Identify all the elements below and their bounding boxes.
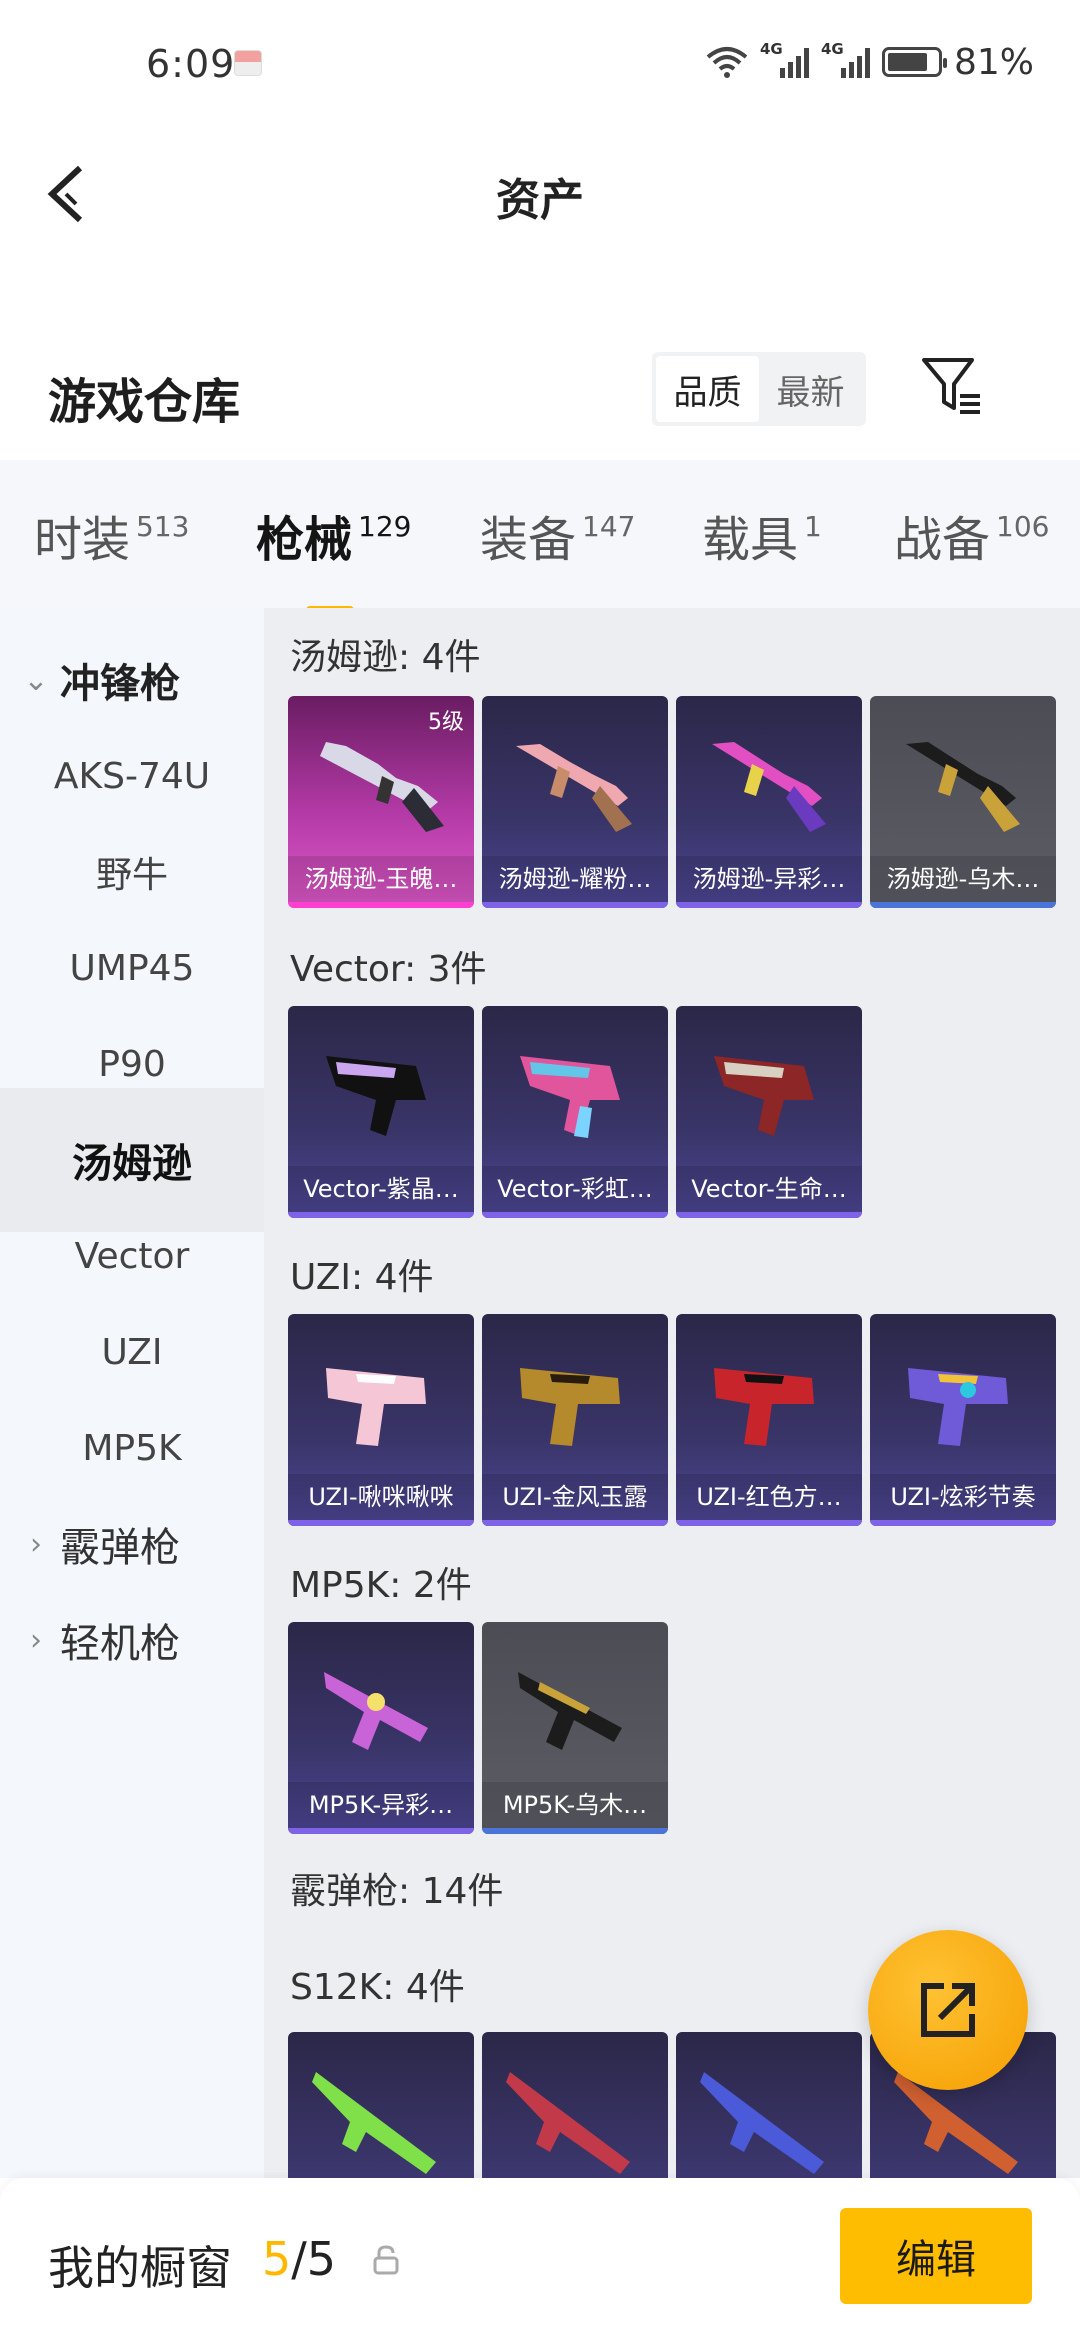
weapon-thumbnail [506,2072,630,2174]
weapon-card[interactable]: Vector-紫晶… [288,1006,474,1218]
showcase-count: 5/5 [262,2232,337,2286]
chevron-right-icon: › [30,1622,42,1658]
group-title-vector: Vector: 3件 [290,949,487,990]
weapon-name: Vector-紫晶… [288,1166,474,1212]
weapon-thumbnail [326,1056,426,1136]
group-title-mp5k: MP5K: 2件 [290,1565,472,1606]
weapon-thumbnail [908,1368,1008,1446]
weapon-name: UZI-炫彩节奏 [870,1474,1056,1520]
weapon-card[interactable]: Vector-生命… [676,1006,862,1218]
tab-vehicles[interactable]: 载具 1 [702,500,822,570]
tab-fashion[interactable]: 时装 513 [34,500,189,570]
weapon-name: UZI-金风玉露 [482,1474,668,1520]
battery-icon [881,47,947,77]
group-title-shotgun: 霰弹枪: 14件 [290,1871,504,1912]
chevron-down-icon: ⌄ [23,662,49,698]
wifi-icon [706,47,748,78]
edit-button[interactable]: 编辑 [840,2208,1032,2304]
signal-icon-2: 4G [821,40,870,78]
weapon-thumbnail [518,1672,622,1750]
signal-icon: 4G [760,40,809,78]
weapon-card[interactable]: UZI-金风玉露 [482,1314,668,1526]
sort-option-quality[interactable]: 品质 [656,356,759,422]
weapon-thumbnail [520,1056,620,1138]
weapon-name: UZI-啾咪啾咪 [288,1474,474,1520]
weapon-name: 汤姆逊-耀粉… [482,856,668,902]
sort-option-newest[interactable]: 最新 [759,356,862,422]
weapon-card[interactable]: Vector-彩虹… [482,1006,668,1218]
battery-percent: 81% [953,41,1034,83]
weapon-thumbnail [700,2072,824,2174]
weapon-name: MP5K-乌木… [482,1782,668,1828]
showcase-bar: 我的橱窗 5/5 编辑 [0,2178,1080,2340]
group-title-thompson: 汤姆逊: 4件 [290,637,481,678]
weapon-thumbnail [320,742,444,832]
tab-firearms[interactable]: 枪械 129 [256,500,411,614]
weapon-card[interactable] [676,2032,862,2178]
tab-equipment[interactable]: 装备 147 [480,500,635,570]
section-header: 游戏仓库 品质 最新 [0,320,1080,460]
weapon-thumbnail [906,742,1020,832]
weapon-card[interactable]: MP5K-乌木… [482,1622,668,1834]
weapon-card[interactable]: 5级 汤姆逊-玉魄… [288,696,474,908]
weapon-card[interactable]: UZI-炫彩节奏 [870,1314,1056,1526]
sidebar-group-lmg[interactable]: › 轻机枪 [0,1568,264,1712]
weapon-card[interactable]: UZI-红色方… [676,1314,862,1526]
weapon-thumbnail [714,1368,814,1446]
page-title: 资产 [496,175,584,226]
weapon-name: MP5K-异彩… [288,1782,474,1828]
group-title-s12k: S12K: 4件 [290,1967,465,2008]
sort-toggle: 品质 最新 [652,352,866,426]
group-title-uzi: UZI: 4件 [290,1257,434,1298]
weapon-card[interactable]: MP5K-异彩… [288,1622,474,1834]
notification-icon [234,50,262,76]
weapon-thumbnail [324,1672,428,1750]
category-tabs: 时装 513 枪械 129 装备 147 载具 1 战备 106 [0,460,1080,614]
chevron-right-icon: › [30,1526,42,1562]
weapon-thumbnail [712,742,826,832]
section-title: 游戏仓库 [48,374,241,430]
share-export-icon [921,1983,975,2037]
weapon-thumbnail [516,744,632,832]
weapon-name: UZI-红色方… [676,1474,862,1520]
weapon-name: 汤姆逊-异彩… [676,856,862,902]
weapon-thumbnail [714,1056,814,1136]
weapon-thumbnail [520,1368,620,1446]
tab-supplies[interactable]: 战备 106 [894,500,1049,570]
weapon-card[interactable]: 汤姆逊-乌木… [870,696,1056,908]
weapon-name: Vector-彩虹… [482,1166,668,1212]
lock-icon [373,2245,399,2275]
weapon-name: 汤姆逊-乌木… [870,856,1056,902]
weapon-card[interactable]: 汤姆逊-异彩… [676,696,862,908]
weapon-thumbnail [312,2072,436,2174]
weapon-name: Vector-生命… [676,1166,862,1212]
weapon-thumbnail [326,1368,426,1446]
filter-icon[interactable] [920,354,984,418]
showcase-label: 我的橱窗 [48,2241,232,2295]
share-button[interactable] [868,1930,1028,2090]
status-time: 6:09 [146,42,236,86]
weapon-card[interactable] [482,2032,668,2178]
weapon-card[interactable]: UZI-啾咪啾咪 [288,1314,474,1526]
weapon-card[interactable] [288,2032,474,2178]
status-bar: 6:09 4G 4G 81% [0,0,1080,130]
weapon-name: 汤姆逊-玉魄… [288,856,474,902]
weapon-card[interactable]: 汤姆逊-耀粉… [482,696,668,908]
app-header: 资产 [0,130,1080,260]
weapon-category-sidebar: ⌄ 冲锋枪 AKS-74U 野牛 UMP45 P90 汤姆逊 Vector UZI… [0,608,264,2178]
